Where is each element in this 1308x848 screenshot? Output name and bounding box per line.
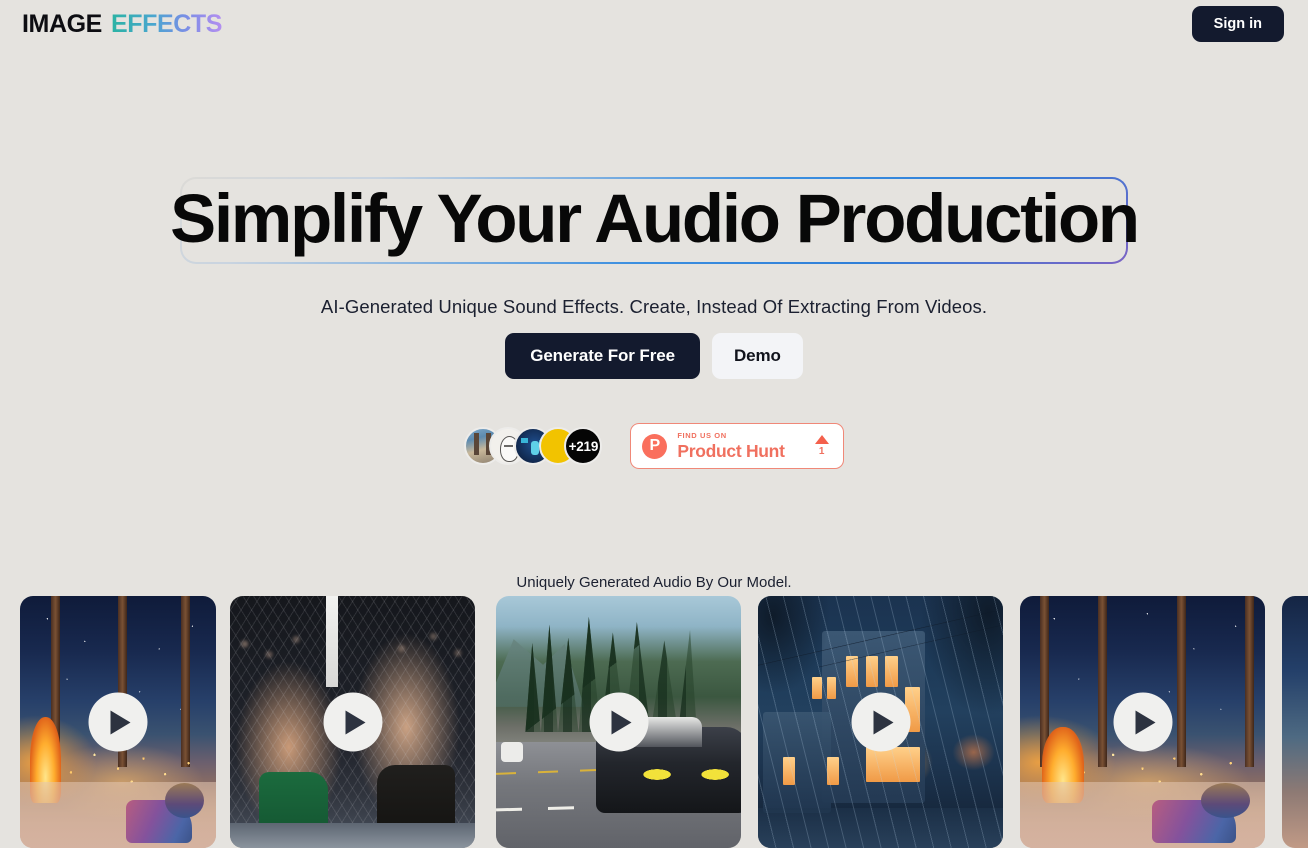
- signin-button[interactable]: Sign in: [1191, 5, 1284, 43]
- site-logo[interactable]: IMAGE EFFECTS: [22, 10, 222, 39]
- octagon-mat: [230, 822, 475, 848]
- cta-row: Generate For Free Demo: [0, 333, 1308, 379]
- video-card[interactable]: [758, 596, 1003, 848]
- play-button-icon[interactable]: [589, 692, 648, 752]
- play-button-icon[interactable]: [1113, 692, 1172, 752]
- logo-text-effects: EFFECTS: [110, 9, 223, 38]
- product-hunt-text: FIND US ON Product Hunt: [677, 431, 785, 461]
- upvote-count: 1: [818, 446, 825, 457]
- video-card[interactable]: [496, 596, 741, 848]
- product-hunt-logo-icon: P: [642, 433, 668, 459]
- sleeping-pet: [1201, 782, 1251, 818]
- headline-inner: Simplify Your Audio Production: [170, 179, 1140, 262]
- product-hunt-logo-letter: P: [649, 437, 661, 454]
- hero-subtitle: AI-Generated Unique Sound Effects. Creat…: [320, 296, 988, 317]
- distant-car: [500, 742, 523, 763]
- headline-gradient-frame: Simplify Your Audio Production: [170, 177, 1140, 264]
- site-header: IMAGE EFFECTS Sign in: [0, 0, 1308, 48]
- cage-post: [325, 596, 338, 687]
- video-thumbnail: [1282, 596, 1308, 848]
- sleeping-pet: [165, 782, 205, 818]
- headlights: [643, 767, 732, 783]
- video-card-carousel[interactable]: [0, 596, 1308, 848]
- video-card[interactable]: [20, 596, 216, 848]
- product-hunt-name: Product Hunt: [677, 440, 785, 461]
- video-card[interactable]: [1020, 596, 1265, 848]
- avatar-group: +219: [464, 427, 603, 465]
- social-proof-row: +219 P FIND US ON Product Hunt 1: [0, 423, 1308, 469]
- logo-text-image: IMAGE: [22, 9, 102, 38]
- upvote-arrow-icon: [814, 435, 829, 444]
- demo-button[interactable]: Demo: [711, 333, 803, 379]
- page-title: Simplify Your Audio Production: [170, 180, 1140, 257]
- product-hunt-badge[interactable]: P FIND US ON Product Hunt 1: [630, 423, 844, 469]
- avatar-overflow-count: +219: [564, 427, 603, 465]
- video-card[interactable]: [1282, 596, 1308, 848]
- play-button-icon[interactable]: [851, 692, 910, 752]
- play-button-icon[interactable]: [323, 692, 382, 752]
- product-hunt-upvote[interactable]: 1: [814, 435, 829, 457]
- showcase-label: Uniquely Generated Audio By Our Model.: [516, 574, 792, 591]
- video-card[interactable]: [230, 596, 475, 848]
- play-button-icon[interactable]: [88, 692, 148, 752]
- product-hunt-eyebrow: FIND US ON: [677, 431, 727, 440]
- generate-for-free-button[interactable]: Generate For Free: [505, 333, 700, 379]
